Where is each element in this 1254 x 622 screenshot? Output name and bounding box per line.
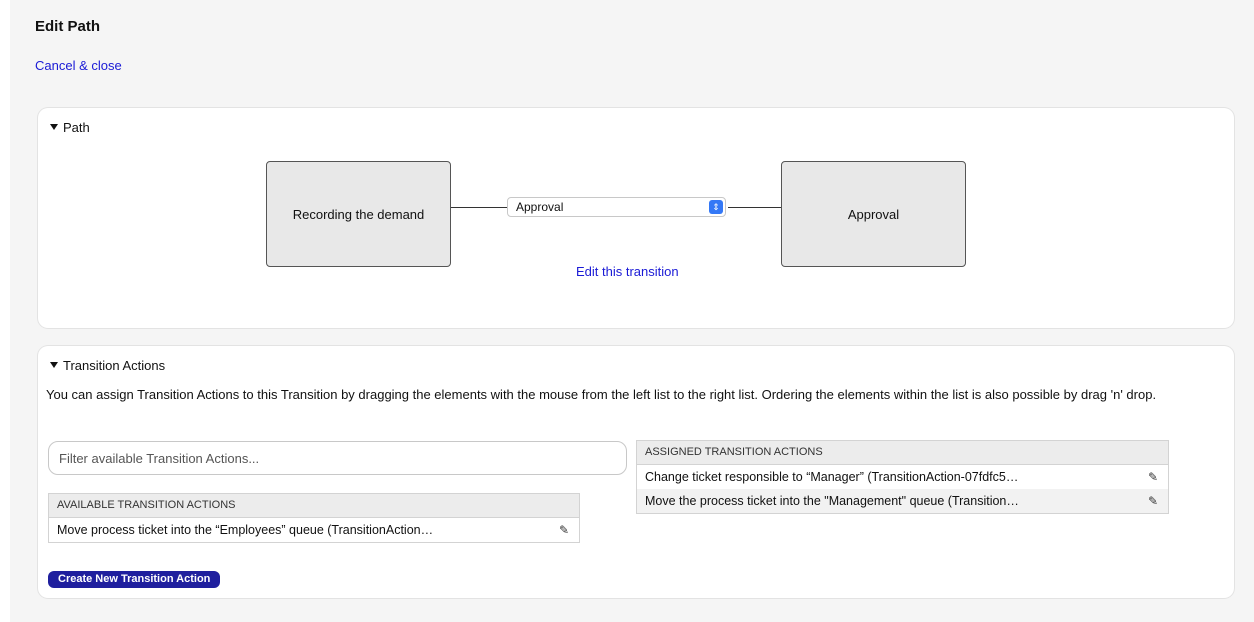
select-arrows-icon: ⇕: [709, 200, 723, 214]
create-transition-action-button[interactable]: Create New Transition Action: [48, 571, 221, 588]
edit-transition-link[interactable]: Edit this transition: [576, 264, 679, 279]
transition-actions-panel: Transition Actions You can assign Transi…: [38, 346, 1234, 598]
filter-transition-actions-input[interactable]: [48, 441, 627, 475]
triangle-down-icon: [50, 124, 58, 130]
from-activity-box: Recording the demand: [266, 161, 451, 267]
transition-actions-toggle[interactable]: Transition Actions: [50, 358, 165, 373]
list-item[interactable]: Move the process ticket into the "Manage…: [637, 489, 1168, 513]
path-panel: Path Recording the demand Approval ⇕ App…: [38, 108, 1234, 328]
list-item-label: Change ticket responsible to “Manager” (…: [645, 470, 1019, 484]
list-item[interactable]: Move process ticket into the “Employees”…: [49, 518, 579, 542]
list-item-label: Move process ticket into the “Employees”…: [57, 523, 434, 537]
to-activity-label: Approval: [847, 206, 900, 222]
cancel-close-link[interactable]: Cancel & close: [35, 58, 122, 73]
list-item-label: Move the process ticket into the "Manage…: [645, 494, 1019, 508]
list-item[interactable]: Change ticket responsible to “Manager” (…: [637, 465, 1168, 489]
available-actions-list: AVAILABLE TRANSITION ACTIONS Move proces…: [48, 493, 580, 543]
triangle-down-icon: [50, 362, 58, 368]
path-panel-toggle[interactable]: Path: [50, 120, 90, 135]
from-activity-label: Recording the demand: [292, 206, 425, 222]
transition-select-value: Approval: [516, 200, 564, 214]
transition-select[interactable]: Approval ⇕: [507, 197, 726, 217]
edit-icon[interactable]: ✎: [559, 518, 569, 542]
transition-actions-title: Transition Actions: [63, 358, 166, 373]
page-title: Edit Path: [35, 18, 101, 35]
assigned-actions-header: ASSIGNED TRANSITION ACTIONS: [637, 441, 1168, 465]
assigned-actions-list: ASSIGNED TRANSITION ACTIONS Change ticke…: [636, 440, 1169, 514]
page: Edit Path Cancel & close Path Recording …: [10, 0, 1254, 622]
edit-icon[interactable]: ✎: [1148, 465, 1158, 489]
connector-line-left: [451, 207, 507, 208]
available-actions-header: AVAILABLE TRANSITION ACTIONS: [49, 494, 579, 518]
edit-icon[interactable]: ✎: [1148, 489, 1158, 513]
path-panel-title: Path: [63, 120, 90, 135]
connector-line-right: [728, 207, 781, 208]
to-activity-box: Approval: [781, 161, 966, 267]
transition-actions-description: You can assign Transition Actions to thi…: [46, 387, 1157, 402]
